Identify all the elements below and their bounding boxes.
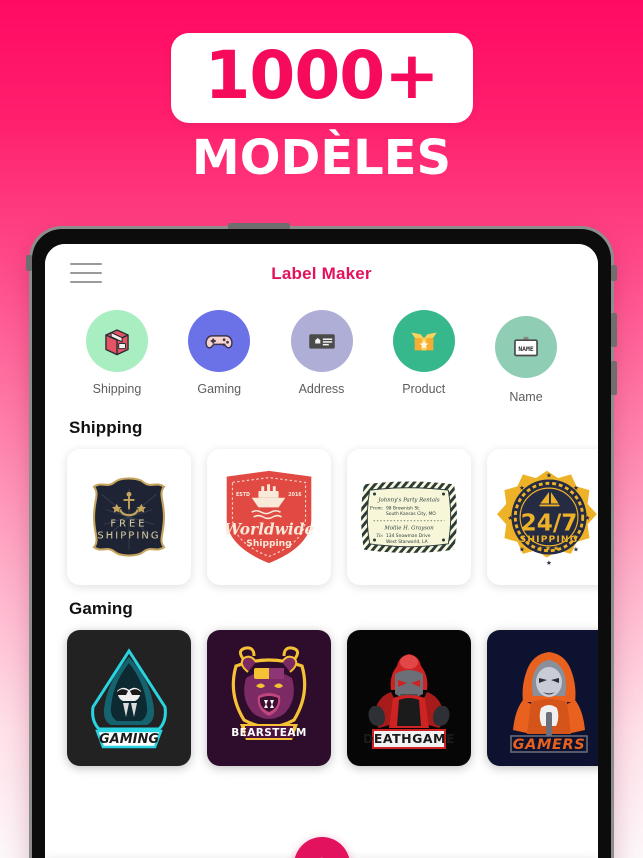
address-card-icon — [290, 310, 353, 372]
svg-text:★: ★ — [519, 546, 525, 554]
svg-text:BEARSTEAM: BEARSTEAM — [231, 727, 306, 739]
device-volume-up-button[interactable] — [611, 313, 617, 347]
app-bar: Label Maker — [45, 244, 598, 306]
svg-text:Johnny's Party Rentals: Johnny's Party Rentals — [377, 498, 439, 504]
category-item-shipping[interactable]: Shipping — [73, 310, 161, 404]
svg-text:Mollie H. Grayson: Mollie H. Grayson — [383, 525, 434, 531]
category-label: Product — [402, 382, 446, 396]
package-box-icon — [86, 310, 148, 372]
device-volume-down-button[interactable] — [611, 361, 617, 395]
category-item-address[interactable]: Address — [278, 310, 366, 404]
svg-text:★★★: ★★★ — [537, 545, 561, 553]
svg-text:From:: From: — [369, 506, 384, 511]
gamepad-icon — [188, 310, 251, 372]
svg-text:Shipping: Shipping — [246, 539, 291, 549]
svg-text:★: ★ — [546, 472, 552, 480]
estd-right: 2016 — [288, 492, 302, 498]
shipping-tile-row[interactable]: FREE SHIPPING ESTD 2016 Worldwide Shippi… — [45, 438, 598, 585]
tile-gaming-mascot[interactable]: GAMING — [67, 630, 191, 766]
tile-address-card[interactable]: Johnny's Party Rentals From: 98 Brownish… — [347, 449, 471, 585]
tablet-device-frame: Label Maker Shipping Gaming Address Prod… — [26, 223, 617, 858]
svg-text:FREE: FREE — [110, 518, 147, 529]
svg-text:★: ★ — [546, 559, 552, 567]
promo-badge: 1000+ — [170, 33, 473, 123]
category-item-gaming[interactable]: Gaming — [175, 310, 263, 404]
category-item-name[interactable]: NAME Name — [482, 310, 570, 404]
device-power-button[interactable] — [611, 265, 617, 281]
svg-text:98 Brownish St.: 98 Brownish St. — [386, 505, 420, 511]
svg-text:★: ★ — [519, 484, 525, 492]
category-label: Shipping — [92, 382, 142, 396]
svg-text:★: ★ — [584, 514, 590, 522]
open-box-star-icon — [392, 310, 455, 372]
svg-text:NAME: NAME — [518, 345, 533, 353]
category-label: Gaming — [197, 382, 242, 396]
svg-text:★: ★ — [507, 514, 513, 522]
svg-text:GAMERS: GAMERS — [513, 737, 586, 753]
tile-bearsteam[interactable]: BEARSTEAM — [207, 630, 331, 766]
svg-text:Worldwide: Worldwide — [224, 520, 315, 538]
device-side-button[interactable] — [26, 255, 32, 271]
svg-text:South Kansas City, MO: South Kansas City, MO — [386, 511, 436, 517]
promo-count: 1000+ — [204, 37, 440, 114]
app-screen: Label Maker Shipping Gaming Address Prod… — [45, 244, 598, 858]
category-label: Name — [509, 390, 543, 404]
svg-text:134 Snowman Drive: 134 Snowman Drive — [386, 533, 431, 539]
svg-text:GAMING: GAMING — [99, 732, 159, 747]
gaming-tile-row[interactable]: GAMING BEARSTEAM DEATHGAME GAMERS — [45, 619, 598, 766]
promo-subtitle: MODÈLES — [191, 130, 452, 186]
svg-text:★: ★ — [573, 546, 579, 554]
plus-icon: + — [313, 851, 329, 858]
svg-text:SHIPPING: SHIPPING — [97, 531, 160, 542]
category-label: Address — [298, 382, 345, 396]
section-title-gaming: Gaming — [69, 599, 133, 618]
tile-deathgame[interactable]: DEATHGAME — [347, 630, 471, 766]
device-camera-notch — [228, 223, 290, 229]
category-item-product[interactable]: Product — [380, 310, 468, 404]
svg-text:24/7: 24/7 — [521, 510, 578, 536]
tile-worldwide-shipping[interactable]: ESTD 2016 Worldwide Shipping — [207, 449, 331, 585]
tile-247-shipping[interactable]: 24/7 SHIPPING ★★★ ★ ★ ★ ★ ★ ★ ★ ★ — [487, 449, 598, 585]
promo-header: 1000+ MODÈLES — [0, 0, 643, 215]
estd-left: ESTD — [236, 492, 250, 498]
svg-text:SHIPPING: SHIPPING — [520, 535, 579, 545]
tile-gamers[interactable]: GAMERS — [487, 630, 598, 766]
page-title: Label Maker — [271, 264, 372, 283]
svg-text:★: ★ — [573, 484, 579, 492]
name-tag-icon: NAME — [495, 316, 557, 378]
svg-text:DEATHGAME: DEATHGAME — [363, 731, 455, 746]
section-title-shipping: Shipping — [69, 418, 143, 437]
category-list: Shipping Gaming Address Product NAME Nam… — [45, 306, 598, 404]
svg-text:West Starworld, LA: West Starworld, LA — [386, 539, 428, 545]
add-label-button[interactable]: + — [293, 837, 350, 858]
svg-text:To:: To: — [376, 534, 383, 539]
tile-free-shipping[interactable]: FREE SHIPPING — [67, 449, 191, 585]
